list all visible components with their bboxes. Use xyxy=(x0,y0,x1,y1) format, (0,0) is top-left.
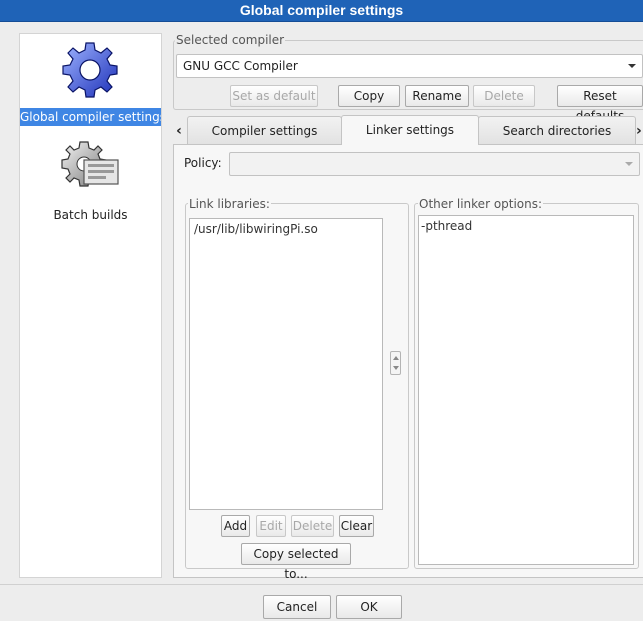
sidebar-item-global-compiler-settings[interactable]: Global compiler settings xyxy=(20,34,161,134)
cancel-button[interactable]: Cancel xyxy=(263,595,331,619)
set-as-default-button[interactable]: Set as default xyxy=(230,85,318,107)
gear-batch-icon xyxy=(61,141,119,187)
sidebar-item-batch-builds[interactable]: Batch builds xyxy=(20,134,161,224)
link-libraries-label: Link libraries: xyxy=(188,197,271,211)
tab-search-directories[interactable]: Search directories xyxy=(478,116,636,144)
chevron-down-icon xyxy=(628,64,636,68)
policy-label: Policy: xyxy=(184,156,222,170)
arrow-down-icon xyxy=(393,366,399,370)
chevron-left-icon: ‹ xyxy=(176,123,182,139)
compiler-select[interactable]: GNU GCC Compiler xyxy=(176,54,643,78)
tab-scroll-left[interactable]: ‹ xyxy=(173,117,185,145)
delete-compiler-button[interactable]: Delete xyxy=(473,85,535,107)
ok-button[interactable]: OK xyxy=(336,595,402,619)
tab-label: Compiler settings xyxy=(211,124,318,138)
window-title: Global compiler settings xyxy=(0,0,643,22)
tab-compiler-settings[interactable]: Compiler settings xyxy=(187,116,342,144)
delete-library-button[interactable]: Delete xyxy=(291,515,334,537)
chevron-down-icon xyxy=(625,162,633,166)
list-item[interactable]: /usr/lib/libwiringPi.so xyxy=(190,219,382,239)
other-linker-options-text: -pthread xyxy=(421,219,473,233)
linker-settings-pane: Policy: Link libraries: /usr/lib/libwiri… xyxy=(173,144,643,581)
copy-selected-to-button[interactable]: Copy selected to... xyxy=(241,543,351,581)
tab-scroll-right[interactable]: › xyxy=(636,117,643,145)
tab-label: Search directories xyxy=(502,124,612,138)
clear-libraries-button[interactable]: Clear xyxy=(339,515,374,537)
reset-defaults-button[interactable]: Reset defaults xyxy=(557,85,643,123)
chevron-right-icon: › xyxy=(636,123,642,139)
compiler-select-value: GNU GCC Compiler xyxy=(183,59,298,73)
add-library-button[interactable]: Add xyxy=(221,515,250,537)
sidebar-item-label: Batch builds xyxy=(53,208,128,222)
selected-compiler-label: Selected compiler xyxy=(175,33,286,47)
rename-button[interactable]: Rename xyxy=(405,85,469,107)
tab-label: Linker settings xyxy=(365,123,455,137)
edit-library-button[interactable]: Edit xyxy=(256,515,286,537)
other-linker-options-textarea[interactable]: -pthread xyxy=(418,215,634,565)
footer-separator xyxy=(0,584,643,585)
gear-icon xyxy=(62,42,118,98)
splitter-handle[interactable] xyxy=(390,351,401,375)
copy-button[interactable]: Copy xyxy=(338,85,400,107)
tab-linker-settings[interactable]: Linker settings xyxy=(341,115,479,145)
sidebar-item-label: Global compiler settings xyxy=(20,108,161,126)
settings-sidebar: Global compiler settings Batch builds xyxy=(19,33,162,578)
link-libraries-list[interactable]: /usr/lib/libwiringPi.so xyxy=(189,218,383,510)
other-linker-options-label: Other linker options: xyxy=(418,197,544,211)
policy-select[interactable] xyxy=(229,152,640,176)
arrow-up-icon xyxy=(393,356,399,360)
